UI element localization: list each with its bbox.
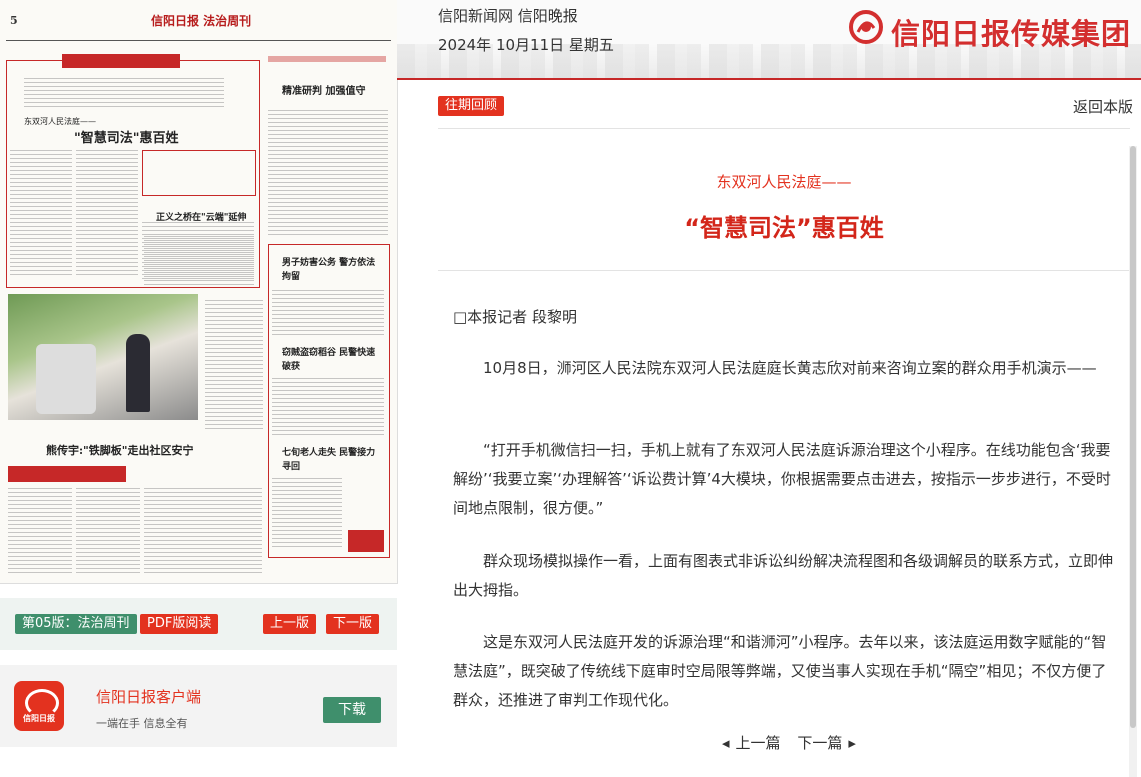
- caret-left-icon: ◂: [722, 734, 730, 752]
- xinyang-daily-app-icon[interactable]: 信阳日报: [14, 681, 64, 731]
- article-paragraph: 群众现场模拟操作一看，上面有图表式非诉讼纠纷解决流程图和各级调解员的联系方式，立…: [453, 552, 1114, 599]
- preview-photo[interactable]: [8, 294, 198, 420]
- preview-quote-box: [142, 150, 256, 196]
- brand-emblem-icon: [849, 10, 883, 44]
- next-article-label: 下一篇: [797, 734, 843, 752]
- article-subtitle: 东双河人民法庭——: [716, 173, 852, 191]
- prev-article-label: 上一篇: [735, 734, 781, 752]
- preview-headline-4: 男子妨害公务 警方依法拘留: [282, 258, 376, 282]
- preview-text-lines: [272, 478, 342, 550]
- app-tagline: 一端在手 信息全有: [96, 717, 188, 730]
- article-paragraph: “打开手机微信扫一扫，手机上就有了东双河人民法庭诉源治理这个小程序。在线功能包含…: [453, 441, 1111, 517]
- preview-column-banner: [8, 466, 126, 482]
- preview-slogan-bar: [268, 56, 386, 62]
- prev-edition-button[interactable]: 上一版: [263, 614, 317, 634]
- newspaper-page-preview[interactable]: 5 信阳日报 法治周刊 东双河人民法庭—— "智慧司法"惠百姓 正义之桥在"云端…: [0, 0, 398, 584]
- edition-label[interactable]: 第05版：法治周刊: [15, 614, 137, 634]
- app-name[interactable]: 信阳日报客户端: [96, 686, 201, 707]
- preview-text-lines: [268, 110, 388, 236]
- header-divider: [397, 78, 1141, 80]
- current-date: 2024年 10月11日 星期五: [438, 36, 614, 54]
- preview-text-lines: [144, 488, 262, 574]
- page-number: 5: [10, 14, 18, 27]
- preview-text-lines: [76, 150, 138, 278]
- caret-right-icon: ▸: [848, 734, 856, 752]
- preview-headline-6: 七旬老人走失 民警接力寻回: [282, 448, 376, 472]
- preview-text-lines: [272, 290, 384, 338]
- preview-headline-2: 精准研判 加强值守: [282, 86, 366, 97]
- preview-kicker: 东双河人民法庭——: [24, 117, 96, 126]
- preview-text-lines: [76, 488, 140, 574]
- preview-text-lines: [205, 300, 263, 430]
- preview-headline-1: "智慧司法"惠百姓: [74, 131, 179, 146]
- pdf-read-button[interactable]: PDF版阅读: [140, 614, 219, 634]
- preview-text-lines: [272, 378, 384, 438]
- download-button[interactable]: 下载: [323, 697, 381, 723]
- next-article-link[interactable]: 下一篇 ▸: [797, 734, 862, 752]
- article-title: “智慧司法”惠百姓: [684, 214, 884, 242]
- site-header: 信阳新闻网 信阳晚报 2024年 10月11日 星期五 信阳日报传媒集团: [397, 0, 1141, 80]
- preview-text-lines: [144, 236, 254, 286]
- preview-text-lines: [24, 78, 224, 108]
- news-story-badge: [348, 530, 384, 552]
- app-icon-text: 信阳日报: [23, 714, 55, 723]
- site-name[interactable]: 信阳新闻网 信阳晚报: [438, 5, 578, 26]
- masthead-logo: 信阳日报 法治周刊: [151, 14, 252, 28]
- article-pager: ◂ 上一篇 下一篇 ▸: [722, 732, 868, 753]
- masthead-divider: [6, 40, 391, 41]
- back-to-edition-link[interactable]: 返回本版: [1073, 96, 1133, 117]
- preview-headline-5: 窃贼盗窃稻谷 民警快速破获: [282, 348, 376, 372]
- preview-text-lines: [8, 488, 72, 574]
- preview-headline-7: 熊传宇:"铁脚板"走出社区安宁: [46, 444, 194, 457]
- edition-nav-bar: 第05版：法治周刊 PDF版阅读 上一版 下一版: [0, 598, 397, 650]
- preview-text-lines: [10, 150, 72, 278]
- page-masthead: 5 信阳日报 法治周刊: [6, 10, 391, 40]
- brand-name: 信阳日报传媒集团: [891, 17, 1132, 51]
- brand-logo[interactable]: 信阳日报传媒集团: [849, 8, 1139, 51]
- scrollbar-thumb[interactable]: [1130, 146, 1136, 728]
- app-promo-card: 信阳日报 信阳日报客户端 一端在手 信息全有 下载: [0, 665, 397, 747]
- divider: [438, 128, 1130, 129]
- article-paragraph: 10月8日，浉河区人民法院东双河人民法庭庭长黄志欣对前来咨询立案的群众用手机演示…: [483, 359, 1097, 377]
- next-edition-button[interactable]: 下一版: [326, 614, 380, 634]
- past-issues-button[interactable]: 往期回顾: [438, 96, 505, 116]
- article-paragraph: 这是东双河人民法庭开发的诉源治理“和谐浉河”小程序。去年以来，该法庭运用数字赋能…: [453, 633, 1107, 709]
- prev-article-link[interactable]: ◂ 上一篇: [722, 734, 787, 752]
- divider: [438, 270, 1130, 271]
- article-byline: □本报记者 段黎明: [453, 308, 577, 326]
- preview-section-banner: [62, 54, 180, 68]
